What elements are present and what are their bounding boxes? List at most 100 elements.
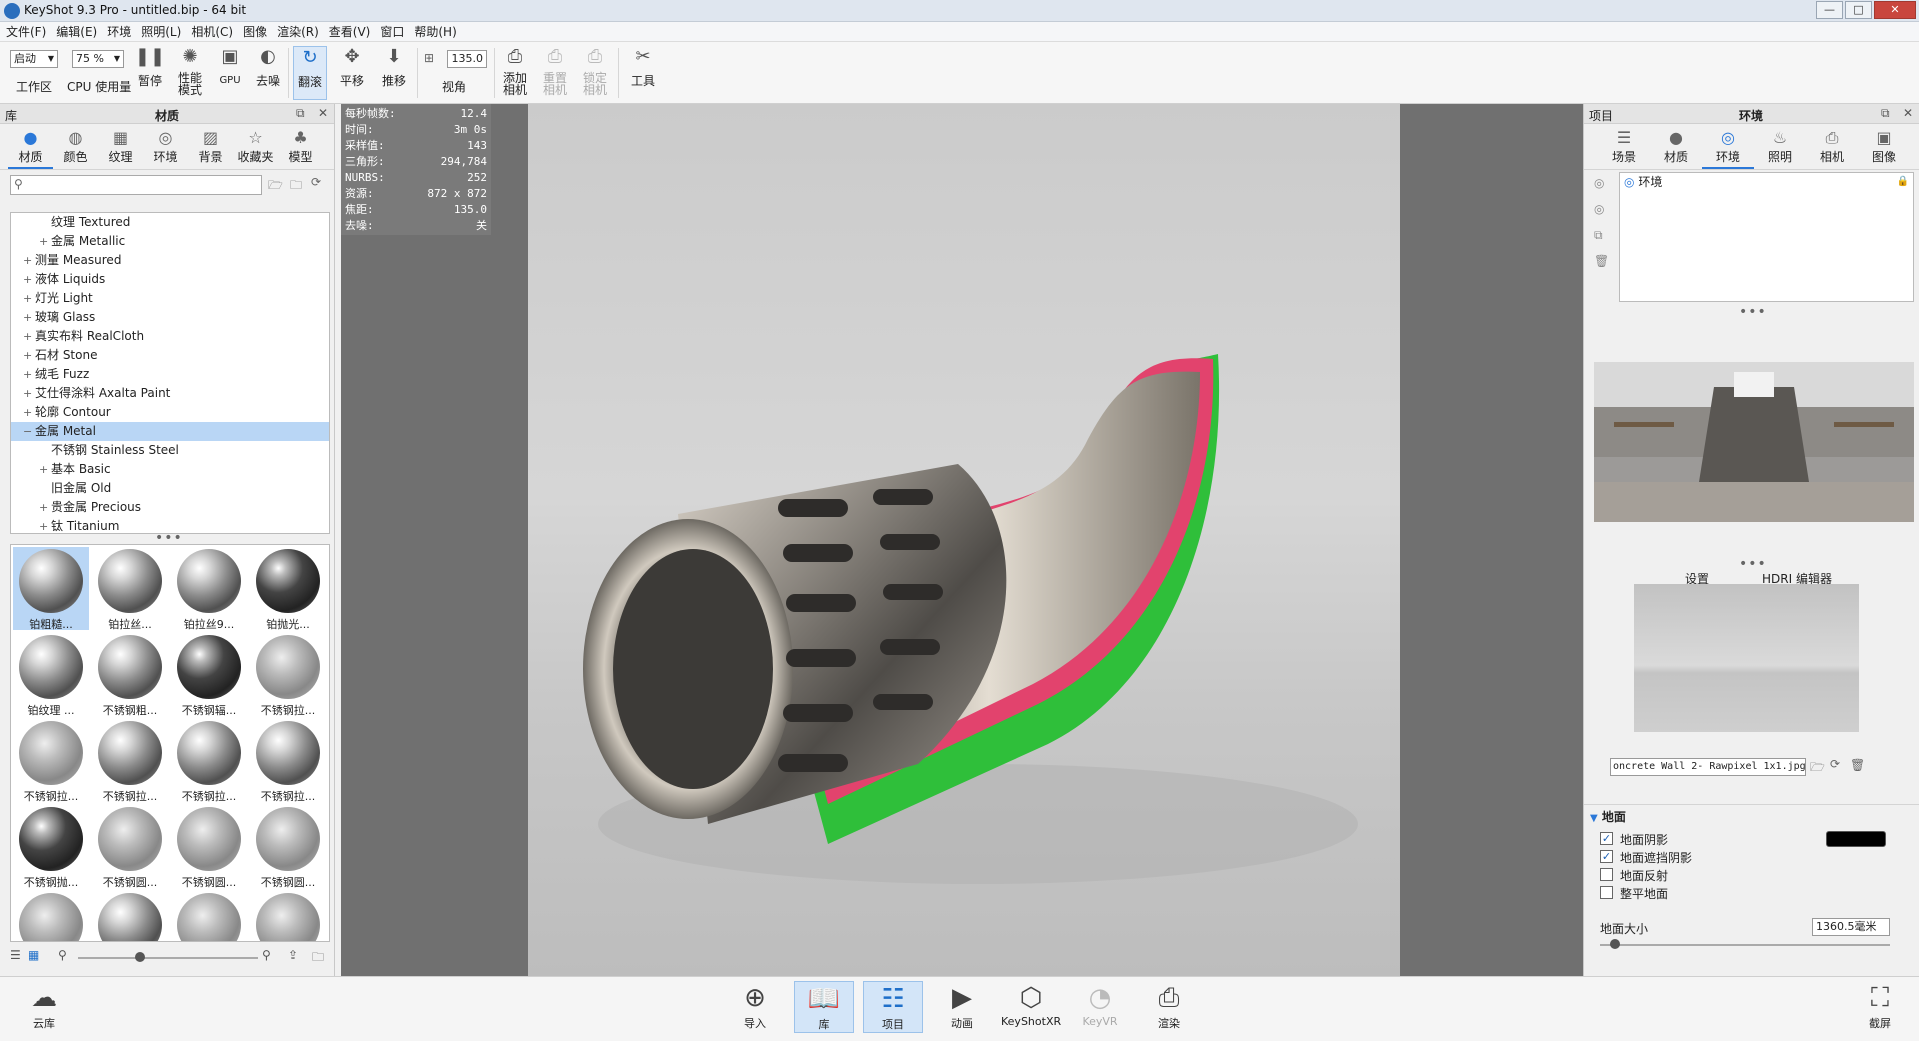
material-thumbnail[interactable]	[13, 891, 89, 941]
denoise-button[interactable]: ◐ 去噪	[252, 46, 284, 89]
expand-icon[interactable]: +	[23, 403, 32, 422]
tree-item[interactable]: + 贵金属 Precious	[11, 498, 329, 517]
folder-open-icon[interactable]: 🗁	[268, 176, 283, 197]
delete-icon[interactable]: 🗑	[1594, 254, 1609, 268]
splitter-handle[interactable]: •••	[1739, 304, 1767, 320]
workspace-select[interactable]: 启动 ▼	[10, 50, 58, 68]
material-thumbnail[interactable]	[92, 891, 168, 941]
expand-icon[interactable]: +	[23, 327, 32, 346]
slider-handle[interactable]	[1610, 939, 1620, 949]
render-image[interactable]	[528, 104, 1400, 976]
collapse-icon[interactable]: −	[23, 422, 32, 441]
tools-button[interactable]: ✂ 工具	[626, 46, 660, 89]
tab-favorites[interactable]: ☆ 收藏夹	[233, 124, 278, 169]
add-camera-button[interactable]: ⎙ 添加 相机	[498, 46, 532, 96]
import-button[interactable]: ⊕ 导入	[725, 981, 785, 1031]
tree-item[interactable]: + 石材 Stone	[11, 346, 329, 365]
menu-environment[interactable]: 环境	[107, 23, 131, 40]
pan-button[interactable]: ✥ 平移	[335, 46, 369, 89]
performance-mode-button[interactable]: ✺ 性能 模式	[172, 46, 208, 96]
close-panel-icon[interactable]: ✕	[1903, 106, 1913, 120]
refresh-icon[interactable]: ⟳	[1830, 757, 1840, 771]
expand-icon[interactable]: +	[23, 365, 32, 384]
material-thumbnail[interactable]: 不锈钢粗...	[92, 633, 168, 717]
tab-image[interactable]: ▣ 图像	[1858, 124, 1910, 169]
undock-icon[interactable]: ⧉	[1881, 106, 1890, 121]
tab-material[interactable]: ● 材质	[1650, 124, 1702, 169]
tree-item[interactable]: 旧金属 Old	[11, 479, 329, 498]
material-thumbnail[interactable]: 铂拉丝...	[92, 547, 168, 631]
folder-icon[interactable]: 🗀	[312, 948, 324, 969]
expand-icon[interactable]: +	[39, 232, 48, 251]
material-thumbnail[interactable]: 不锈钢拉...	[92, 719, 168, 803]
menu-camera[interactable]: 相机(C)	[191, 23, 233, 40]
tree-item[interactable]: + 轮廓 Contour	[11, 403, 329, 422]
tree-item[interactable]: + 玻璃 Glass	[11, 308, 329, 327]
material-thumbnail[interactable]: 不锈钢圆...	[250, 805, 326, 889]
ground-option-checkbox[interactable]: ✓	[1600, 850, 1613, 863]
environment-list-item[interactable]: ◎ 环境 🔒	[1620, 173, 1913, 191]
menu-help[interactable]: 帮助(H)	[414, 23, 456, 40]
tree-item[interactable]: 纹理 Textured	[11, 213, 329, 232]
tree-item[interactable]: + 液体 Liquids	[11, 270, 329, 289]
keyvr-button[interactable]: ◔ KeyVR	[1070, 981, 1130, 1028]
folder-open-icon[interactable]: 🗁	[1810, 758, 1825, 779]
material-thumbnail[interactable]: 不锈钢辐...	[171, 633, 247, 717]
render-viewport[interactable]: 每秒帧数: 12.4 时间: 3m 0s 采样值: 143 三角形: 294,784 NURBS…	[341, 104, 1583, 976]
tumble-button[interactable]: ↻ 翻滚	[293, 46, 327, 100]
material-thumbnail[interactable]: 铂纹理 ...	[13, 633, 89, 717]
ground-shadow-color-swatch[interactable]	[1826, 831, 1886, 847]
tab-materials[interactable]: ● 材质	[8, 124, 53, 169]
tab-scene[interactable]: ☰ 场景	[1598, 124, 1650, 169]
material-thumbnail[interactable]: 不锈钢拉...	[171, 719, 247, 803]
keyshotxr-button[interactable]: ⬡ KeyShotXR	[1001, 981, 1061, 1028]
material-thumbnail[interactable]: 不锈钢拉...	[250, 633, 326, 717]
tab-textures[interactable]: ▦ 纹理	[98, 124, 143, 169]
thumbnail-size-slider[interactable]	[78, 957, 258, 959]
tree-item[interactable]: + 真实布料 RealCloth	[11, 327, 329, 346]
tab-environments[interactable]: ◎ 环境	[143, 124, 188, 169]
expand-icon[interactable]: +	[23, 251, 32, 270]
ground-option-checkbox[interactable]	[1600, 868, 1613, 881]
hdri-preview[interactable]	[1594, 362, 1914, 522]
list-view-icon[interactable]: ☰	[10, 948, 21, 962]
menu-window[interactable]: 窗口	[380, 23, 404, 40]
tree-item[interactable]: + 金属 Metallic	[11, 232, 329, 251]
tree-item[interactable]: 不锈钢 Stainless Steel	[11, 441, 329, 460]
tree-item[interactable]: + 绒毛 Fuzz	[11, 365, 329, 384]
tab-backplates[interactable]: ▨ 背景	[188, 124, 233, 169]
environment-file-input[interactable]: oncrete Wall 2- Rawpixel 1x1.jpg	[1610, 758, 1806, 776]
folder-add-icon[interactable]: 🗀	[290, 176, 302, 197]
expand-icon[interactable]: +	[23, 289, 32, 308]
menu-image[interactable]: 图像	[243, 23, 267, 40]
slider-handle[interactable]	[135, 952, 145, 962]
refresh-icon[interactable]: ⟳	[311, 175, 321, 189]
grid-view-icon[interactable]: ▦	[28, 948, 39, 962]
material-thumbnail[interactable]	[171, 891, 247, 941]
expand-icon[interactable]: +	[23, 346, 32, 365]
tab-colors[interactable]: ◍ 颜色	[53, 124, 98, 169]
minimize-button[interactable]: —	[1816, 1, 1843, 19]
project-button[interactable]: ☷ 项目	[863, 981, 923, 1033]
lock-camera-button[interactable]: ⎙ 锁定 相机	[578, 46, 612, 96]
animation-button[interactable]: ▶ 动画	[932, 981, 992, 1031]
duplicate-environment-icon[interactable]: ◎	[1594, 202, 1604, 216]
expand-icon[interactable]: +	[23, 384, 32, 403]
material-thumbnail[interactable]: 不锈钢拉...	[250, 719, 326, 803]
library-search-input[interactable]: ⚲	[10, 175, 262, 195]
copy-environment-icon[interactable]: ⧉	[1594, 228, 1603, 243]
ground-size-slider[interactable]	[1600, 944, 1890, 946]
maximize-button[interactable]: □	[1845, 1, 1872, 19]
material-thumbnail[interactable]: 不锈钢拉...	[13, 719, 89, 803]
reset-camera-button[interactable]: ⎙ 重置 相机	[538, 46, 572, 96]
screenshot-button[interactable]: ⛶ 截屏	[1850, 981, 1910, 1031]
expand-icon[interactable]: +	[23, 270, 32, 289]
expand-icon[interactable]: +	[39, 498, 48, 517]
expand-icon[interactable]: +	[39, 517, 48, 533]
tree-item[interactable]: + 艾仕得涂料 Axalta Paint	[11, 384, 329, 403]
tree-item[interactable]: − 金属 Metal	[11, 422, 329, 441]
material-thumbnail[interactable]: 不锈钢圆...	[92, 805, 168, 889]
material-thumbnail[interactable]: 铂拉丝9...	[171, 547, 247, 631]
delete-icon[interactable]: 🗑	[1850, 758, 1865, 772]
close-panel-icon[interactable]: ✕	[318, 106, 328, 120]
